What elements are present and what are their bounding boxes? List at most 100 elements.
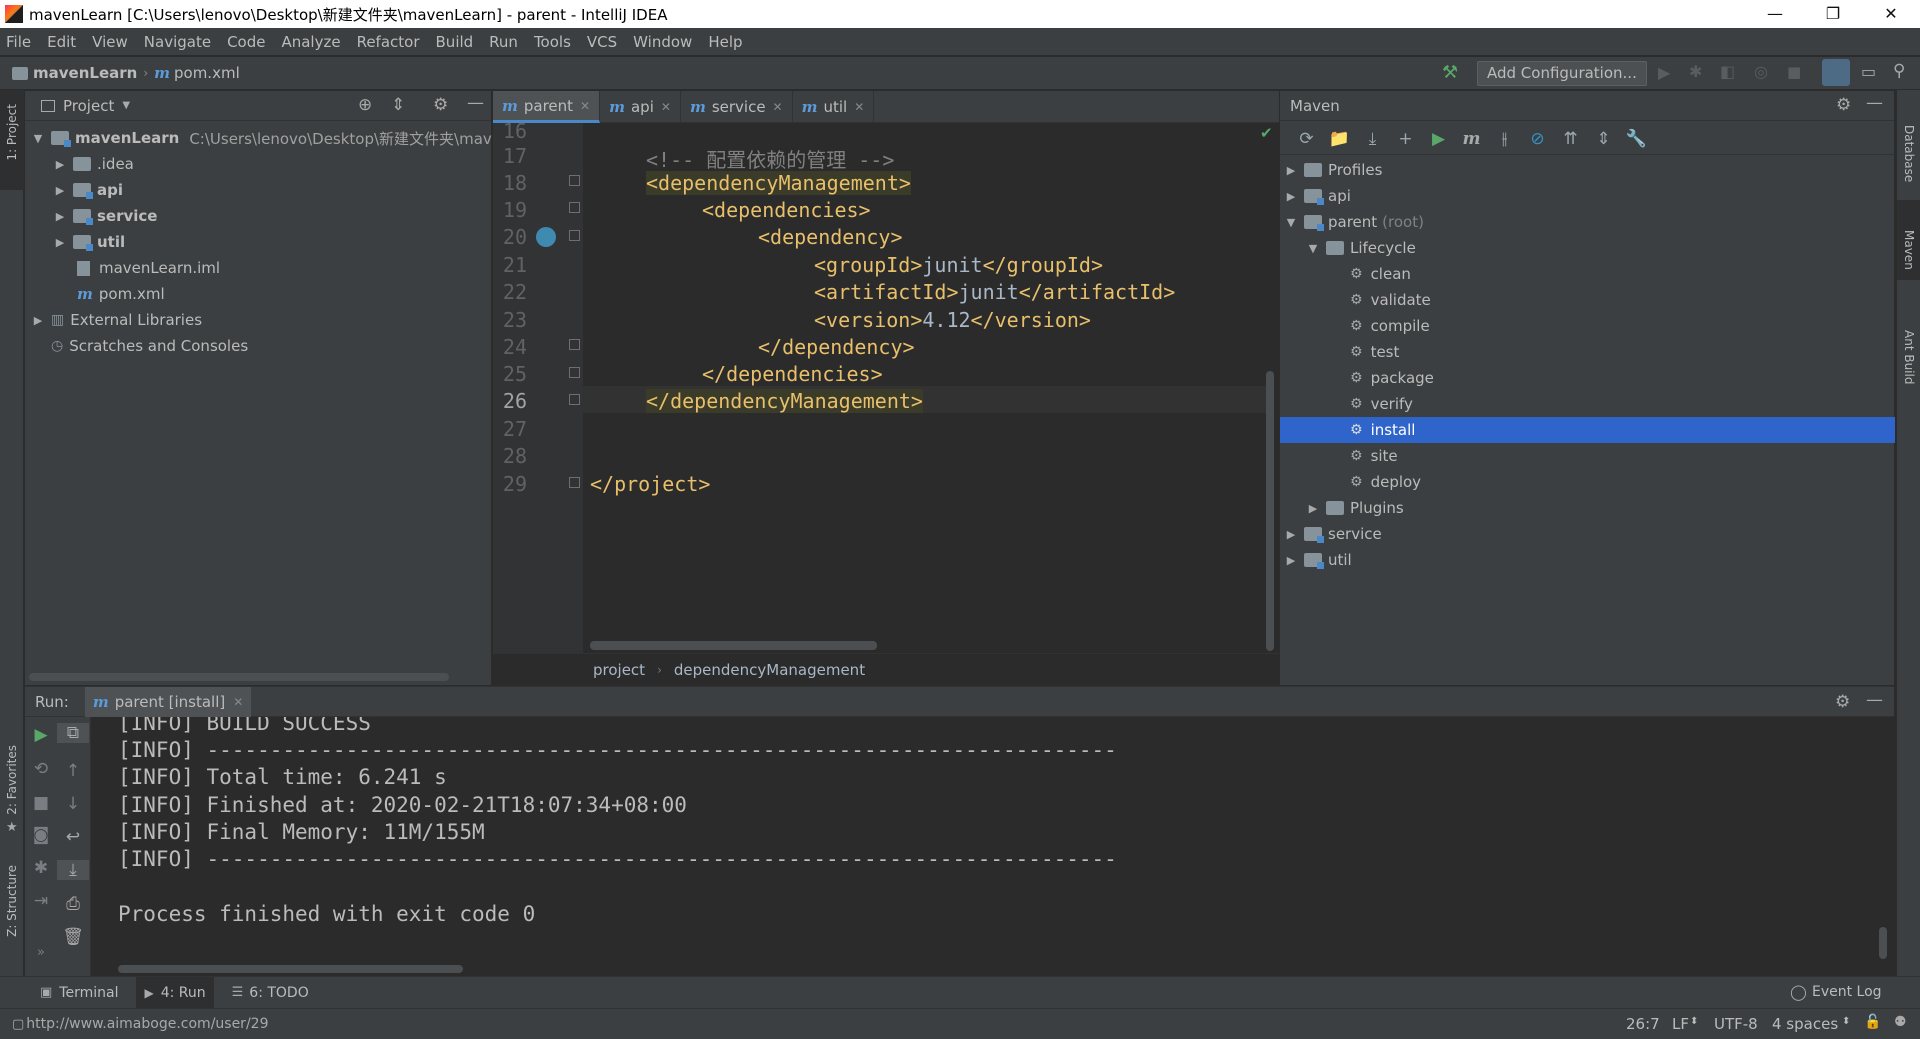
favorites-tool-button[interactable]: 2: Favorites (5, 745, 19, 815)
code-line-26[interactable]: </dependencyManagement> (646, 389, 923, 413)
code-line-25[interactable]: </dependencies> (702, 362, 883, 386)
tree-item-pom[interactable]: m pom.xml (77, 281, 165, 307)
lifecycle-verify[interactable]: ⚙ verify (1350, 391, 1413, 417)
hide-icon[interactable]: — (1866, 690, 1883, 710)
maven-project-util[interactable]: ▶ util (1284, 547, 1352, 573)
menu-window[interactable]: Window (633, 33, 692, 51)
show-dependencies-icon[interactable]: ⇈ (1554, 129, 1587, 149)
fold-marker-icon[interactable] (569, 477, 580, 488)
more-icon[interactable]: » (25, 945, 57, 960)
print-icon[interactable]: ⎙ (57, 894, 89, 914)
close-tab-icon[interactable]: ✕ (580, 99, 590, 113)
add-icon[interactable]: + (1389, 129, 1422, 149)
add-folder-icon[interactable]: 📁 (1323, 129, 1356, 149)
close-tab-icon[interactable]: ✕ (773, 100, 783, 114)
breadcrumb-file[interactable]: pom.xml (174, 64, 240, 82)
fold-marker-icon[interactable] (569, 394, 580, 405)
code-line-22[interactable]: <artifactId>junit</artifactId> (814, 280, 1175, 304)
trash-icon[interactable]: 🗑 (57, 927, 89, 947)
reload-icon[interactable]: ⟳ (1290, 129, 1323, 149)
lifecycle-package[interactable]: ⚙ package (1350, 365, 1434, 391)
toggle-offline-icon[interactable]: ⫲ (1488, 129, 1521, 149)
collapsed-arrow-icon[interactable]: ▶ (1284, 554, 1298, 567)
build-hammer-icon[interactable]: ⚒ (1442, 62, 1458, 83)
fold-marker-icon[interactable] (569, 339, 580, 350)
structure-tool-button[interactable]: Z: Structure (5, 865, 19, 937)
tab-util[interactable]: m util ✕ (793, 91, 875, 123)
code-line-21[interactable]: <groupId>junit</groupId> (814, 253, 1103, 277)
collapsed-arrow-icon[interactable]: ▶ (53, 184, 67, 197)
project-panel-title[interactable]: Project (63, 97, 114, 115)
locate-icon[interactable]: ⊕ (358, 95, 372, 115)
settings-gear-icon[interactable]: ⚙ (1835, 692, 1850, 712)
run-icon[interactable]: ▶ (1422, 129, 1455, 149)
hide-icon[interactable]: — (467, 93, 484, 113)
menu-build[interactable]: Build (436, 33, 474, 51)
camera-icon[interactable]: ◙ (25, 825, 57, 845)
tree-item-api[interactable]: ▶ api (53, 177, 123, 203)
tab-service[interactable]: m service ✕ (681, 91, 793, 123)
tree-item-iml[interactable]: mavenLearn.iml (77, 255, 220, 281)
code-line-17[interactable]: <!-- 配置依赖的管理 --> (646, 144, 894, 173)
collapsed-arrow-icon[interactable]: ▶ (1284, 190, 1298, 203)
tree-item-idea[interactable]: ▶ .idea (53, 151, 134, 177)
expanded-arrow-icon[interactable]: ▼ (1284, 216, 1298, 229)
lock-icon[interactable]: 🔓 (1864, 1014, 1881, 1030)
close-button[interactable]: ✕ (1862, 0, 1920, 28)
lifecycle-compile[interactable]: ⚙ compile (1350, 313, 1430, 339)
maven-project-service[interactable]: ▶ service (1284, 521, 1382, 547)
tree-item-util[interactable]: ▶ util (53, 229, 125, 255)
hide-icon[interactable]: — (1866, 93, 1883, 113)
run-icon[interactable]: ▶ (1658, 63, 1670, 82)
skip-tests-icon[interactable]: ⊘ (1521, 129, 1554, 149)
menu-analyze[interactable]: Analyze (281, 33, 340, 51)
maven-profiles[interactable]: ▶ Profiles (1284, 157, 1383, 183)
rerun-failed-icon[interactable]: ⟲ (25, 759, 57, 779)
debug-icon[interactable]: ✱ (1689, 62, 1702, 81)
vertical-scrollbar[interactable] (1266, 371, 1274, 651)
collapse-icon[interactable]: ⇕ (391, 95, 405, 115)
maven-goal-icon[interactable]: m (1455, 129, 1488, 149)
tree-item-external-libraries[interactable]: ▶ ▥ External Libraries (31, 307, 202, 333)
menu-tools[interactable]: Tools (534, 33, 571, 51)
menu-file[interactable]: File (6, 33, 31, 51)
expanded-arrow-icon[interactable]: ▼ (31, 132, 45, 145)
maven-tool-button[interactable]: Maven (1902, 230, 1916, 270)
close-tab-icon[interactable]: ✕ (233, 695, 243, 709)
project-tool-button[interactable]: 1: Project (5, 104, 19, 161)
debug-icon[interactable]: ✱ (25, 858, 57, 878)
profile-icon[interactable]: ◎ (1754, 62, 1768, 81)
wrench-icon[interactable]: 🔧 (1620, 129, 1653, 149)
close-tab-icon[interactable]: ✕ (661, 100, 671, 114)
inspector-icon[interactable]: ⚉ (1894, 1014, 1907, 1030)
close-tab-icon[interactable]: ✕ (854, 100, 864, 114)
exit-icon[interactable]: ⇥ (25, 891, 57, 911)
menu-navigate[interactable]: Navigate (144, 33, 211, 51)
horizontal-scrollbar[interactable] (29, 673, 449, 681)
maven-lifecycle[interactable]: ▼ Lifecycle (1306, 235, 1416, 261)
restore-button[interactable]: ❐ (1804, 0, 1862, 28)
file-encoding[interactable]: UTF-8 (1714, 1015, 1758, 1033)
minimize-button[interactable]: — (1746, 0, 1804, 28)
fold-marker-icon[interactable] (569, 175, 580, 186)
breadcrumb-item[interactable]: project (593, 661, 645, 679)
maven-project-parent[interactable]: ▼ parent (root) (1284, 209, 1424, 235)
terminal-tool-button[interactable]: Terminal (59, 985, 118, 1001)
collapsed-arrow-icon[interactable]: ▶ (53, 236, 67, 249)
maven-project-api[interactable]: ▶ api (1284, 183, 1351, 209)
indent-setting[interactable]: 4 spaces (1772, 1015, 1838, 1033)
collapsed-arrow-icon[interactable]: ▶ (53, 210, 67, 223)
down-arrow-icon[interactable]: ↓ (57, 794, 89, 814)
breadcrumb-item[interactable]: dependencyManagement (674, 661, 865, 679)
lifecycle-validate[interactable]: ⚙ validate (1350, 287, 1431, 313)
rerun-icon[interactable]: ▶ (25, 725, 57, 745)
line-separator[interactable]: LF (1672, 1015, 1689, 1033)
code-line-20[interactable]: <dependency> (758, 225, 903, 249)
lifecycle-clean[interactable]: ⚙ clean (1350, 261, 1411, 287)
search-icon[interactable]: ⚲ (1893, 61, 1905, 81)
settings-gear-icon[interactable]: ⚙ (433, 95, 448, 115)
collapsed-arrow-icon[interactable]: ▶ (31, 314, 45, 327)
breadcrumb-project[interactable]: mavenLearn (33, 64, 137, 82)
menu-refactor[interactable]: Refactor (357, 33, 420, 51)
add-configuration-button[interactable]: Add Configuration... (1477, 61, 1647, 86)
